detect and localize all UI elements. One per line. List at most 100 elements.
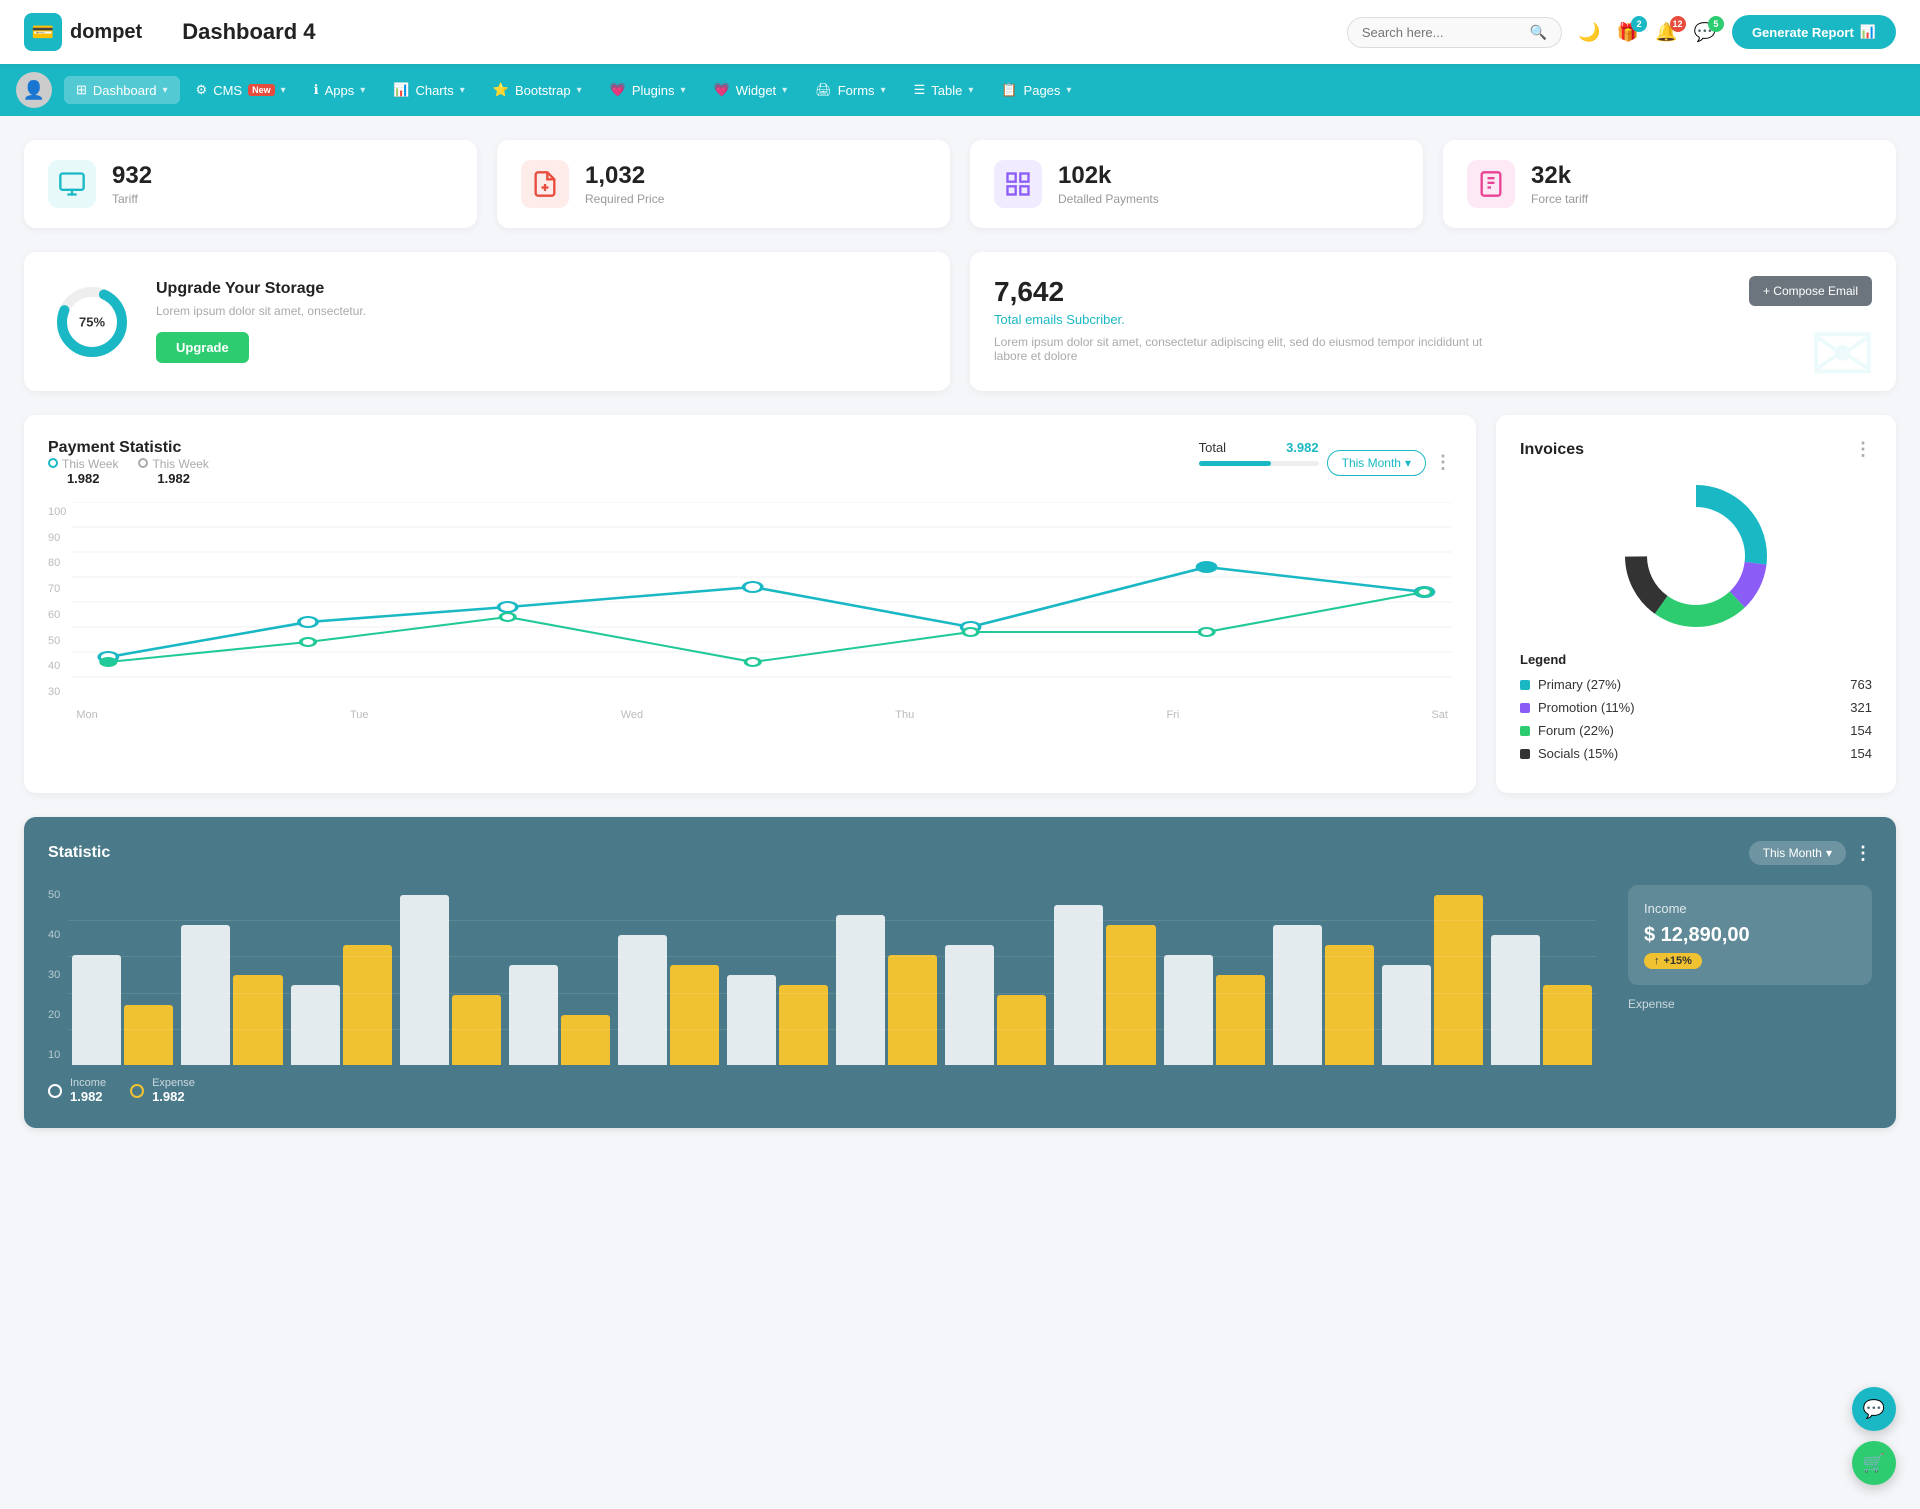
stat-card-payments: 102k Detalled Payments [970,140,1423,228]
dropdown-arrow: ▾ [1405,456,1411,470]
email-card: 7,642 Total emails Subcriber. Lorem ipsu… [970,252,1896,391]
upgrade-title: Upgrade Your Storage [156,280,366,298]
generate-report-button[interactable]: Generate Report 📊 [1732,15,1896,49]
yellow-bar [888,955,937,1065]
income-dot [48,1084,62,1098]
white-bar [181,925,230,1065]
yellow-bar [779,985,828,1065]
legend-primary: Primary (27%) 763 [1520,677,1872,692]
nav-bar: 👤 ⊞ Dashboard ▾ ⚙ CMS New ▾ ℹ Apps ▾ 📊 C… [0,64,1920,116]
expense-label-static: Expense [1628,997,1872,1011]
nav-item-pages[interactable]: 📋 Pages ▾ [989,76,1083,104]
email-count: 7,642 [994,276,1494,308]
float-support-button[interactable]: 💬 [1852,1387,1896,1431]
yellow-bar [1543,985,1592,1065]
statistic-content: 50 40 30 20 10 [48,885,1872,1104]
compose-email-button[interactable]: + Compose Email [1749,276,1872,306]
bar-group [836,915,937,1065]
statistic-section: Statistic This Month ▾ ⋮ 50 40 30 20 [24,817,1896,1128]
promotion-color [1520,703,1530,713]
white-bar [1382,965,1431,1065]
bar-group [727,975,828,1065]
nav-item-forms[interactable]: 🖨 Forms ▾ [803,76,897,104]
gift-icon-btn[interactable]: 🎁 2 [1617,22,1639,43]
nav-item-plugins[interactable]: 💗 Plugins ▾ [598,76,698,104]
float-buttons: 💬 🛒 [1852,1387,1896,1485]
white-bar [72,955,121,1065]
legend-item-2: This Week 1.982 [138,457,208,486]
cms-icon: ⚙ [196,82,208,98]
nav-item-table[interactable]: ☰ Table ▾ [902,76,986,104]
white-bar [727,975,776,1065]
header: 💳 dompet Dashboard 4 🔍 🌙 🎁 2 🔔 12 💬 5 Ge… [0,0,1920,64]
apps-arrow: ▾ [360,85,365,96]
nav-item-cms[interactable]: ⚙ CMS New ▾ [184,76,298,104]
bell-icon-btn[interactable]: 🔔 12 [1655,22,1677,43]
charts-icon: 📊 [393,82,409,98]
income-panel: Income $ 12,890,00 ↑ +15% Expense [1612,885,1872,1104]
forms-icon: 🖨 [815,82,832,98]
table-arrow: ▾ [968,85,973,96]
white-bar [1054,905,1103,1065]
yellow-bar [1325,945,1374,1065]
legend-socials: Socials (15%) 154 [1520,746,1872,761]
search-icon: 🔍 [1530,24,1547,41]
payments-label: Detalled Payments [1058,192,1159,206]
stat-card-tariff: 932 Tariff [24,140,477,228]
white-bar [400,895,449,1065]
header-actions: 🔍 🌙 🎁 2 🔔 12 💬 5 Generate Report 📊 [1347,15,1896,49]
page-title: Dashboard 4 [182,19,1347,45]
storage-donut: 75% [52,282,132,362]
chat-badge: 5 [1708,16,1724,32]
nav-item-widget[interactable]: 💗 Widget ▾ [702,76,800,104]
legend-item-1: This Week 1.982 [48,457,118,486]
apps-icon: ℹ [314,82,319,98]
bar-chart-area: 50 40 30 20 10 [48,885,1596,1104]
bar-group [291,945,392,1065]
upgrade-card: 75% Upgrade Your Storage Lorem ipsum dol… [24,252,950,391]
payment-chart-title: Payment Statistic [48,439,209,457]
invoices-menu[interactable]: ⋮ [1854,439,1872,460]
bar-group [181,925,282,1065]
cms-new-badge: New [248,84,275,96]
force-icon [1467,160,1515,208]
expense-dot [130,1084,144,1098]
bell-badge: 12 [1670,16,1686,32]
upgrade-button[interactable]: Upgrade [156,332,249,363]
search-input[interactable] [1362,25,1522,40]
income-legend-label: Income [70,1077,106,1089]
line-chart-container: 100 90 80 70 60 50 40 30 [48,502,1452,721]
statistic-menu[interactable]: ⋮ [1854,843,1872,864]
line-chart-area: Mon Tue Wed Thu Fri Sat [72,502,1452,721]
nav-item-apps[interactable]: ℹ Apps ▾ [302,76,378,104]
plugins-arrow: ▾ [680,85,685,96]
plugins-icon: 💗 [610,82,626,98]
payment-chart-menu[interactable]: ⋮ [1434,452,1452,473]
search-bar[interactable]: 🔍 [1347,17,1562,48]
nav-item-charts[interactable]: 📊 Charts ▾ [381,76,477,104]
invoices-legend-title: Legend [1520,652,1872,667]
email-card-header: 7,642 Total emails Subcriber. Lorem ipsu… [994,276,1872,363]
moon-icon-btn[interactable]: 🌙 [1578,22,1600,43]
logo[interactable]: 💳 dompet [24,13,142,51]
chat-icon-btn[interactable]: 💬 5 [1694,22,1716,43]
cms-arrow: ▾ [281,85,286,96]
statistic-header: Statistic This Month ▾ ⋮ [48,841,1872,865]
bar-group [1382,895,1483,1065]
tariff-icon [48,160,96,208]
legend-forum: Forum (22%) 154 [1520,723,1872,738]
yellow-bar [343,945,392,1065]
nav-item-dashboard[interactable]: ⊞ Dashboard ▾ [64,76,180,104]
float-settings-button[interactable]: 🛒 [1852,1441,1896,1485]
nav-item-bootstrap[interactable]: ⭐ Bootstrap ▾ [481,76,594,104]
invoices-header: Invoices ⋮ [1520,439,1872,460]
statistic-month-button[interactable]: This Month ▾ [1749,841,1846,865]
main-content: 932 Tariff 1,032 Required Price 102k Det… [0,116,1920,1152]
payments-icon [994,160,1042,208]
income-box: Income $ 12,890,00 ↑ +15% [1628,885,1872,985]
payment-chart-header: Payment Statistic This Week 1.982 This W… [48,439,1452,486]
x-axis: Mon Tue Wed Thu Fri Sat [72,709,1452,721]
month-select[interactable]: This Month ▾ [1327,450,1426,476]
pages-icon: 📋 [1001,82,1017,98]
upgrade-text: Upgrade Your Storage Lorem ipsum dolor s… [156,280,366,363]
